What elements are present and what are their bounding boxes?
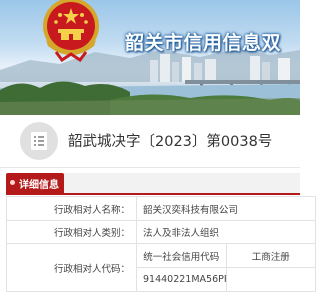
category-value: 法人及非法人组织	[136, 220, 316, 244]
section-tab: 详细信息	[6, 173, 64, 193]
name-label: 行政相对人名称：	[6, 196, 137, 221]
credit-code-value: 91440221MA56PPXR7L	[136, 267, 227, 292]
document-header: 韶武城决字〔2023〕第0038号	[0, 115, 300, 167]
site-title: 韶关市信用信息双	[125, 32, 282, 54]
details-section-header: 详细信息	[6, 173, 300, 195]
bullet-icon	[10, 180, 15, 185]
divider	[0, 167, 300, 168]
details-table: 行政相对人名称： 韶关汉奕科技有限公司 行政相对人类别： 法人及非法人组织 行政…	[6, 196, 316, 292]
national-emblem-icon	[43, 0, 99, 62]
category-label: 行政相对人类别：	[6, 220, 137, 244]
business-reg-value	[225, 267, 316, 292]
table-row: 行政相对人类别： 法人及非法人组织	[6, 220, 316, 244]
table-row: 行政相对人名称： 韶关汉奕科技有限公司	[6, 196, 316, 221]
header-banner: 韶关市信用信息双	[0, 0, 300, 115]
credit-code-header: 统一社会信用代码	[136, 243, 227, 268]
name-value: 韶关汉奕科技有限公司	[136, 196, 316, 221]
document-title: 韶武城决字〔2023〕第0038号	[68, 134, 273, 150]
table-row: 行政相对人代码： 统一社会信用代码 工商注册	[6, 243, 316, 292]
code-label: 行政相对人代码：	[6, 243, 137, 292]
section-label: 详细信息	[19, 180, 59, 191]
document-list-icon	[20, 122, 58, 160]
business-reg-header: 工商注册	[225, 243, 316, 268]
